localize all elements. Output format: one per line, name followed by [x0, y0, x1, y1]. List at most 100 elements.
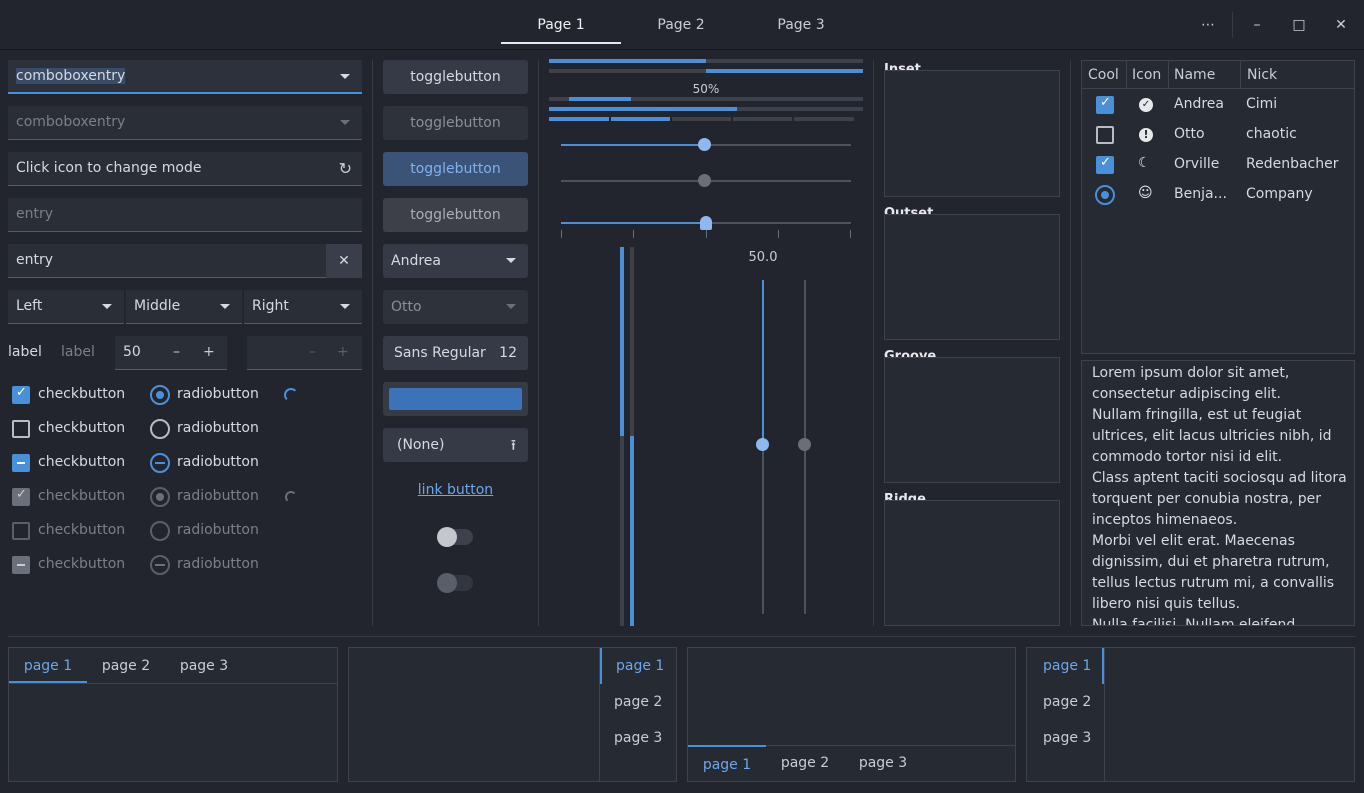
notebook-tab-page-3[interactable]: page 3 [1027, 720, 1104, 756]
notebook-tab-page-2[interactable]: page 2 [87, 648, 165, 684]
toggle-button-active[interactable]: togglebutton [383, 152, 528, 186]
checkbox-icon [12, 522, 30, 540]
progress-bar-vertical [620, 247, 624, 626]
checkbox-icon[interactable] [12, 420, 30, 438]
radio-icon[interactable] [1095, 185, 1115, 205]
header-bar: Page 1 Page 2 Page 3 ⋯ – □ ✕ [0, 0, 1364, 50]
chevron-down-icon [220, 304, 230, 309]
progress-fill [706, 69, 863, 73]
tree-row[interactable]: ! Otto chaotic [1082, 120, 1354, 150]
level-block [611, 117, 670, 121]
maximize-icon[interactable]: □ [1284, 0, 1314, 50]
column-header-nick[interactable]: Nick [1247, 67, 1277, 83]
notebook-tab-page-2[interactable]: page 2 [600, 684, 677, 720]
chevron-down-icon [340, 120, 350, 125]
notebook-tab-page-1[interactable]: page 1 [600, 648, 677, 684]
column-separator [538, 60, 539, 626]
scale-with-marks[interactable] [561, 216, 851, 238]
scale-fill [762, 280, 764, 444]
tree-row[interactable]: ✓ ✓ Andrea Cimi [1082, 90, 1354, 120]
tab-page-1[interactable]: Page 1 [501, 0, 621, 44]
notebook-tab-page-2[interactable]: page 2 [1027, 684, 1104, 720]
progress-bar-vertical-inverted [630, 247, 634, 626]
close-icon: ✕ [338, 253, 350, 269]
combobox-entry-focused[interactable]: comboboxentry [8, 60, 362, 94]
scale-vertical[interactable] [756, 280, 769, 614]
radiobutton-label: radiobutton [177, 386, 259, 402]
checkbutton-label: checkbutton [38, 386, 126, 402]
scale-knob[interactable] [700, 216, 712, 230]
color-swatch [389, 388, 522, 410]
tree-row[interactable]: ☺ Benja... Company [1082, 180, 1354, 210]
switch-off[interactable] [437, 527, 473, 547]
checkbox-icon[interactable]: ✓ [1096, 155, 1114, 174]
notebook-tab-page-1[interactable]: page 1 [1027, 648, 1104, 684]
chevron-down-icon [340, 304, 350, 309]
text-line: Class aptent taciti sociosqu ad litora [1092, 470, 1347, 486]
scale-knob[interactable] [698, 138, 711, 151]
toggle-button[interactable]: togglebutton [383, 60, 528, 94]
entry-placeholder[interactable]: entry [8, 198, 362, 232]
notebook-tabs-left: page 1 page 2 page 3 [1026, 647, 1355, 782]
notebook-tab-page-1[interactable]: page 1 [688, 745, 766, 781]
checkbox-icon [12, 556, 30, 574]
entry-with-clear[interactable]: entry [8, 244, 326, 278]
combo-middle[interactable]: Middle [126, 290, 242, 324]
checkbox-icon[interactable] [12, 454, 30, 472]
column-separator [372, 60, 373, 626]
column-separator [1070, 60, 1071, 626]
text-line: Morbi vel elit erat. Maecenas [1092, 533, 1295, 549]
combobox-entry-text: comboboxentry [16, 114, 126, 130]
progress-bar [549, 59, 863, 63]
tree-row[interactable]: ✓ ☾ Orville Redenbacher [1082, 150, 1354, 180]
radio-icon[interactable] [150, 385, 170, 405]
close-icon[interactable]: ✕ [1326, 0, 1356, 50]
plus-icon[interactable]: + [203, 336, 215, 369]
minus-icon[interactable]: – [173, 336, 180, 369]
tree-view[interactable]: Cool Icon Name Nick ✓ ✓ Andrea Cimi ! Ot… [1081, 60, 1355, 354]
scale-knob[interactable] [756, 438, 769, 451]
notebook-tab-page-3[interactable]: page 3 [844, 745, 922, 781]
checkbox-icon[interactable]: ✓ [1096, 95, 1114, 114]
radio-icon[interactable] [150, 453, 170, 473]
plus-icon: + [337, 344, 349, 360]
column-header-icon[interactable]: Icon [1132, 67, 1161, 83]
tab-page-3[interactable]: Page 3 [741, 0, 861, 44]
chevron-down-icon[interactable] [340, 74, 350, 79]
checkbox-icon[interactable]: ✓ [12, 385, 30, 404]
refresh-icon[interactable]: ↻ [339, 152, 352, 185]
combo-right[interactable]: Right [244, 290, 362, 324]
checkbox-icon: ✓ [12, 487, 30, 506]
color-button[interactable] [383, 382, 528, 416]
file-chooser-button[interactable]: (None) ⭱ [383, 428, 528, 462]
notebook-tab-page-3[interactable]: page 3 [165, 648, 243, 684]
font-button[interactable]: Sans Regular 12 [383, 336, 528, 370]
minimize-icon[interactable]: – [1242, 0, 1272, 50]
menu-icon[interactable]: ⋯ [1193, 0, 1223, 50]
notebook-tabs-top: page 1 page 2 page 3 [8, 647, 338, 782]
scale-mark [706, 230, 707, 238]
notebook-tab-page-1[interactable]: page 1 [9, 648, 87, 683]
combo-left[interactable]: Left [8, 290, 124, 324]
scale-horizontal[interactable] [561, 138, 851, 151]
combo-andrea[interactable]: Andrea [383, 244, 528, 278]
column-header-name[interactable]: Name [1174, 67, 1215, 83]
notebook-tab-page-3[interactable]: page 3 [600, 720, 677, 756]
entry-text: entry [16, 252, 54, 268]
column-header-cool[interactable]: Cool [1088, 67, 1119, 83]
scale-fill [561, 222, 706, 224]
radio-icon [150, 487, 170, 507]
checkbox-icon[interactable] [1096, 126, 1114, 144]
tab-page-2[interactable]: Page 2 [621, 0, 741, 44]
switch-knob [437, 573, 457, 593]
radio-icon[interactable] [150, 419, 170, 439]
link-button[interactable]: link button [383, 482, 528, 498]
clear-button[interactable]: ✕ [326, 244, 362, 278]
tree-cell-name: Orville [1174, 156, 1220, 172]
combobox-entry-disabled: comboboxentry [8, 106, 362, 140]
spin-button[interactable]: 50 – + [115, 336, 227, 370]
notebook-tab-page-2[interactable]: page 2 [766, 745, 844, 781]
text-view[interactable]: Lorem ipsum dolor sit amet, consectetur … [1081, 360, 1355, 626]
mode-entry[interactable]: Click icon to change mode ↻ [8, 152, 362, 186]
level-bar [549, 117, 863, 121]
